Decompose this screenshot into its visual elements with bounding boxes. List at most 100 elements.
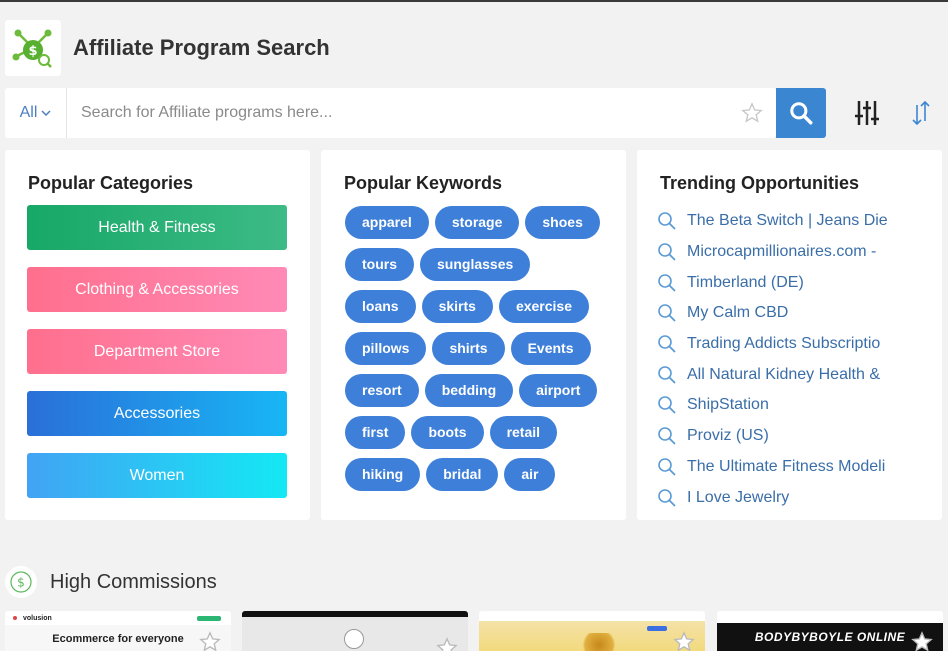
search-icon [657,395,679,415]
trending-item[interactable]: The Ultimate Fitness Modeli [657,452,888,483]
program-card[interactable]: BODYBYBOYLE ONLINE [717,611,943,651]
trending-item[interactable]: My Calm CBD [657,298,888,329]
keyword-chip[interactable]: tours [345,248,414,281]
card-product-image [579,633,619,651]
trending-item-label: Trading Addicts Subscriptio [687,335,881,353]
search-input[interactable] [67,89,728,137]
keyword-chip[interactable]: apparel [345,206,429,239]
trending-item[interactable]: The Beta Switch | Jeans Die [657,206,888,237]
trending-item-label: I Love Jewelry [687,488,790,506]
search-icon [657,242,679,262]
trending-item[interactable]: Trading Addicts Subscriptio [657,329,888,360]
trending-item[interactable]: ShipStation [657,390,888,421]
star-icon[interactable] [436,637,458,651]
app-logo[interactable]: $ [5,20,61,76]
search-button[interactable] [776,88,826,138]
search-icon [657,303,679,323]
program-card[interactable]: volusion Ecommerce for everyone [5,611,231,651]
high-commissions-header: $ High Commissions [5,566,217,598]
sort-arrows-icon [912,100,930,126]
favorite-search-button[interactable] [728,102,776,124]
brand-dot [13,616,17,620]
dollar-circle-icon: $ [5,566,37,598]
card-thumbnail-header: volusion [5,611,231,625]
search-icon [790,102,813,125]
money-network-icon: $ [12,29,52,68]
page-title: Affiliate Program Search [73,35,330,60]
trending-item-label: Microcapmillionaires.com - [687,243,877,261]
svg-text:$: $ [28,44,37,59]
search-icon [657,273,679,293]
trending-item-label: Proviz (US) [687,427,769,445]
card-headline: BODYBYBOYLE ONLINE [754,630,906,644]
search-icon [657,211,679,231]
trending-item[interactable]: Microcapmillionaires.com - [657,237,888,268]
trending-list: The Beta Switch | Jeans Die Microcapmill… [657,206,888,513]
keyword-chip[interactable]: sunglasses [420,248,531,281]
search-icon [657,488,679,508]
keyword-chip[interactable]: first [345,416,406,449]
program-card[interactable] [479,611,705,651]
keyword-chip[interactable]: shirts [432,332,505,365]
card-headline: Ecommerce for everyone [52,633,184,645]
keyword-chip[interactable]: shoes [525,206,600,239]
scope-label: All [19,104,38,121]
keyword-chip[interactable]: Events [510,332,591,365]
star-icon[interactable] [911,631,933,651]
category-clothing-accessories[interactable]: Clothing & Accessories [27,267,287,312]
trending-item[interactable]: I Love Jewelry [657,482,888,513]
search-icon [657,426,679,446]
search-icon [657,457,679,477]
program-card[interactable] [242,611,468,651]
trending-item-label: Timberland (DE) [687,273,804,291]
chevron-down-icon [41,110,51,117]
keyword-chip[interactable]: air [504,458,556,491]
search-icon [657,365,679,385]
keyword-chip[interactable]: boots [411,416,484,449]
keyword-list: apparel storage shoes tours sunglasses loan… [345,206,607,500]
trending-item[interactable]: Proviz (US) [657,421,888,452]
star-icon [741,102,763,123]
panel-heading: Trending Opportunities [660,173,859,193]
keyword-chip[interactable]: exercise [498,290,589,323]
popular-categories-panel: Popular Categories Health & Fitness Clot… [5,150,310,520]
category-women[interactable]: Women [27,453,287,498]
keyword-chip[interactable]: airport [519,374,598,407]
trending-item-label: All Natural Kidney Health & [687,365,880,383]
category-accessories[interactable]: Accessories [27,391,287,436]
app-header: $ Affiliate Program Search [5,19,330,77]
star-icon[interactable] [673,631,695,651]
category-health-fitness[interactable]: Health & Fitness [27,205,287,250]
keyword-chip[interactable]: bridal [426,458,499,491]
keyword-chip[interactable]: storage [434,206,520,239]
search-icon [657,334,679,354]
keyword-chip[interactable]: skirts [421,290,493,323]
card-cta [647,626,667,631]
category-department-store[interactable]: Department Store [27,329,287,374]
keyword-chip[interactable]: loans [345,290,416,323]
keyword-chip[interactable]: retail [489,416,558,449]
keyword-chip[interactable]: bedding [424,374,514,407]
keyword-chip[interactable]: resort [345,374,419,407]
popular-keywords-panel: Popular Keywords apparel storage shoes tou… [321,150,626,520]
keyword-chip[interactable]: pillows [345,332,427,365]
svg-text:$: $ [17,576,25,590]
panel-heading: Popular Keywords [344,173,503,193]
sliders-icon [855,101,879,125]
filter-button[interactable] [850,96,884,130]
star-icon[interactable] [199,631,221,651]
keyword-chip[interactable]: hiking [345,458,421,491]
trending-item-label: The Beta Switch | Jeans Die [687,212,888,230]
search-bar: All [5,88,776,138]
panel-heading: Popular Categories [28,173,194,193]
trending-item-label: ShipStation [687,396,769,414]
trending-item[interactable]: All Natural Kidney Health & [657,359,888,390]
trending-item-label: The Ultimate Fitness Modeli [687,457,886,475]
sort-button[interactable] [906,96,936,130]
brand-cta [197,615,221,621]
scope-dropdown[interactable]: All [5,88,67,138]
trending-item[interactable]: Timberland (DE) [657,267,888,298]
card-banner: BODYBYBOYLE ONLINE [717,623,943,651]
card-logo [344,629,364,649]
card-brand: volusion [23,614,52,622]
